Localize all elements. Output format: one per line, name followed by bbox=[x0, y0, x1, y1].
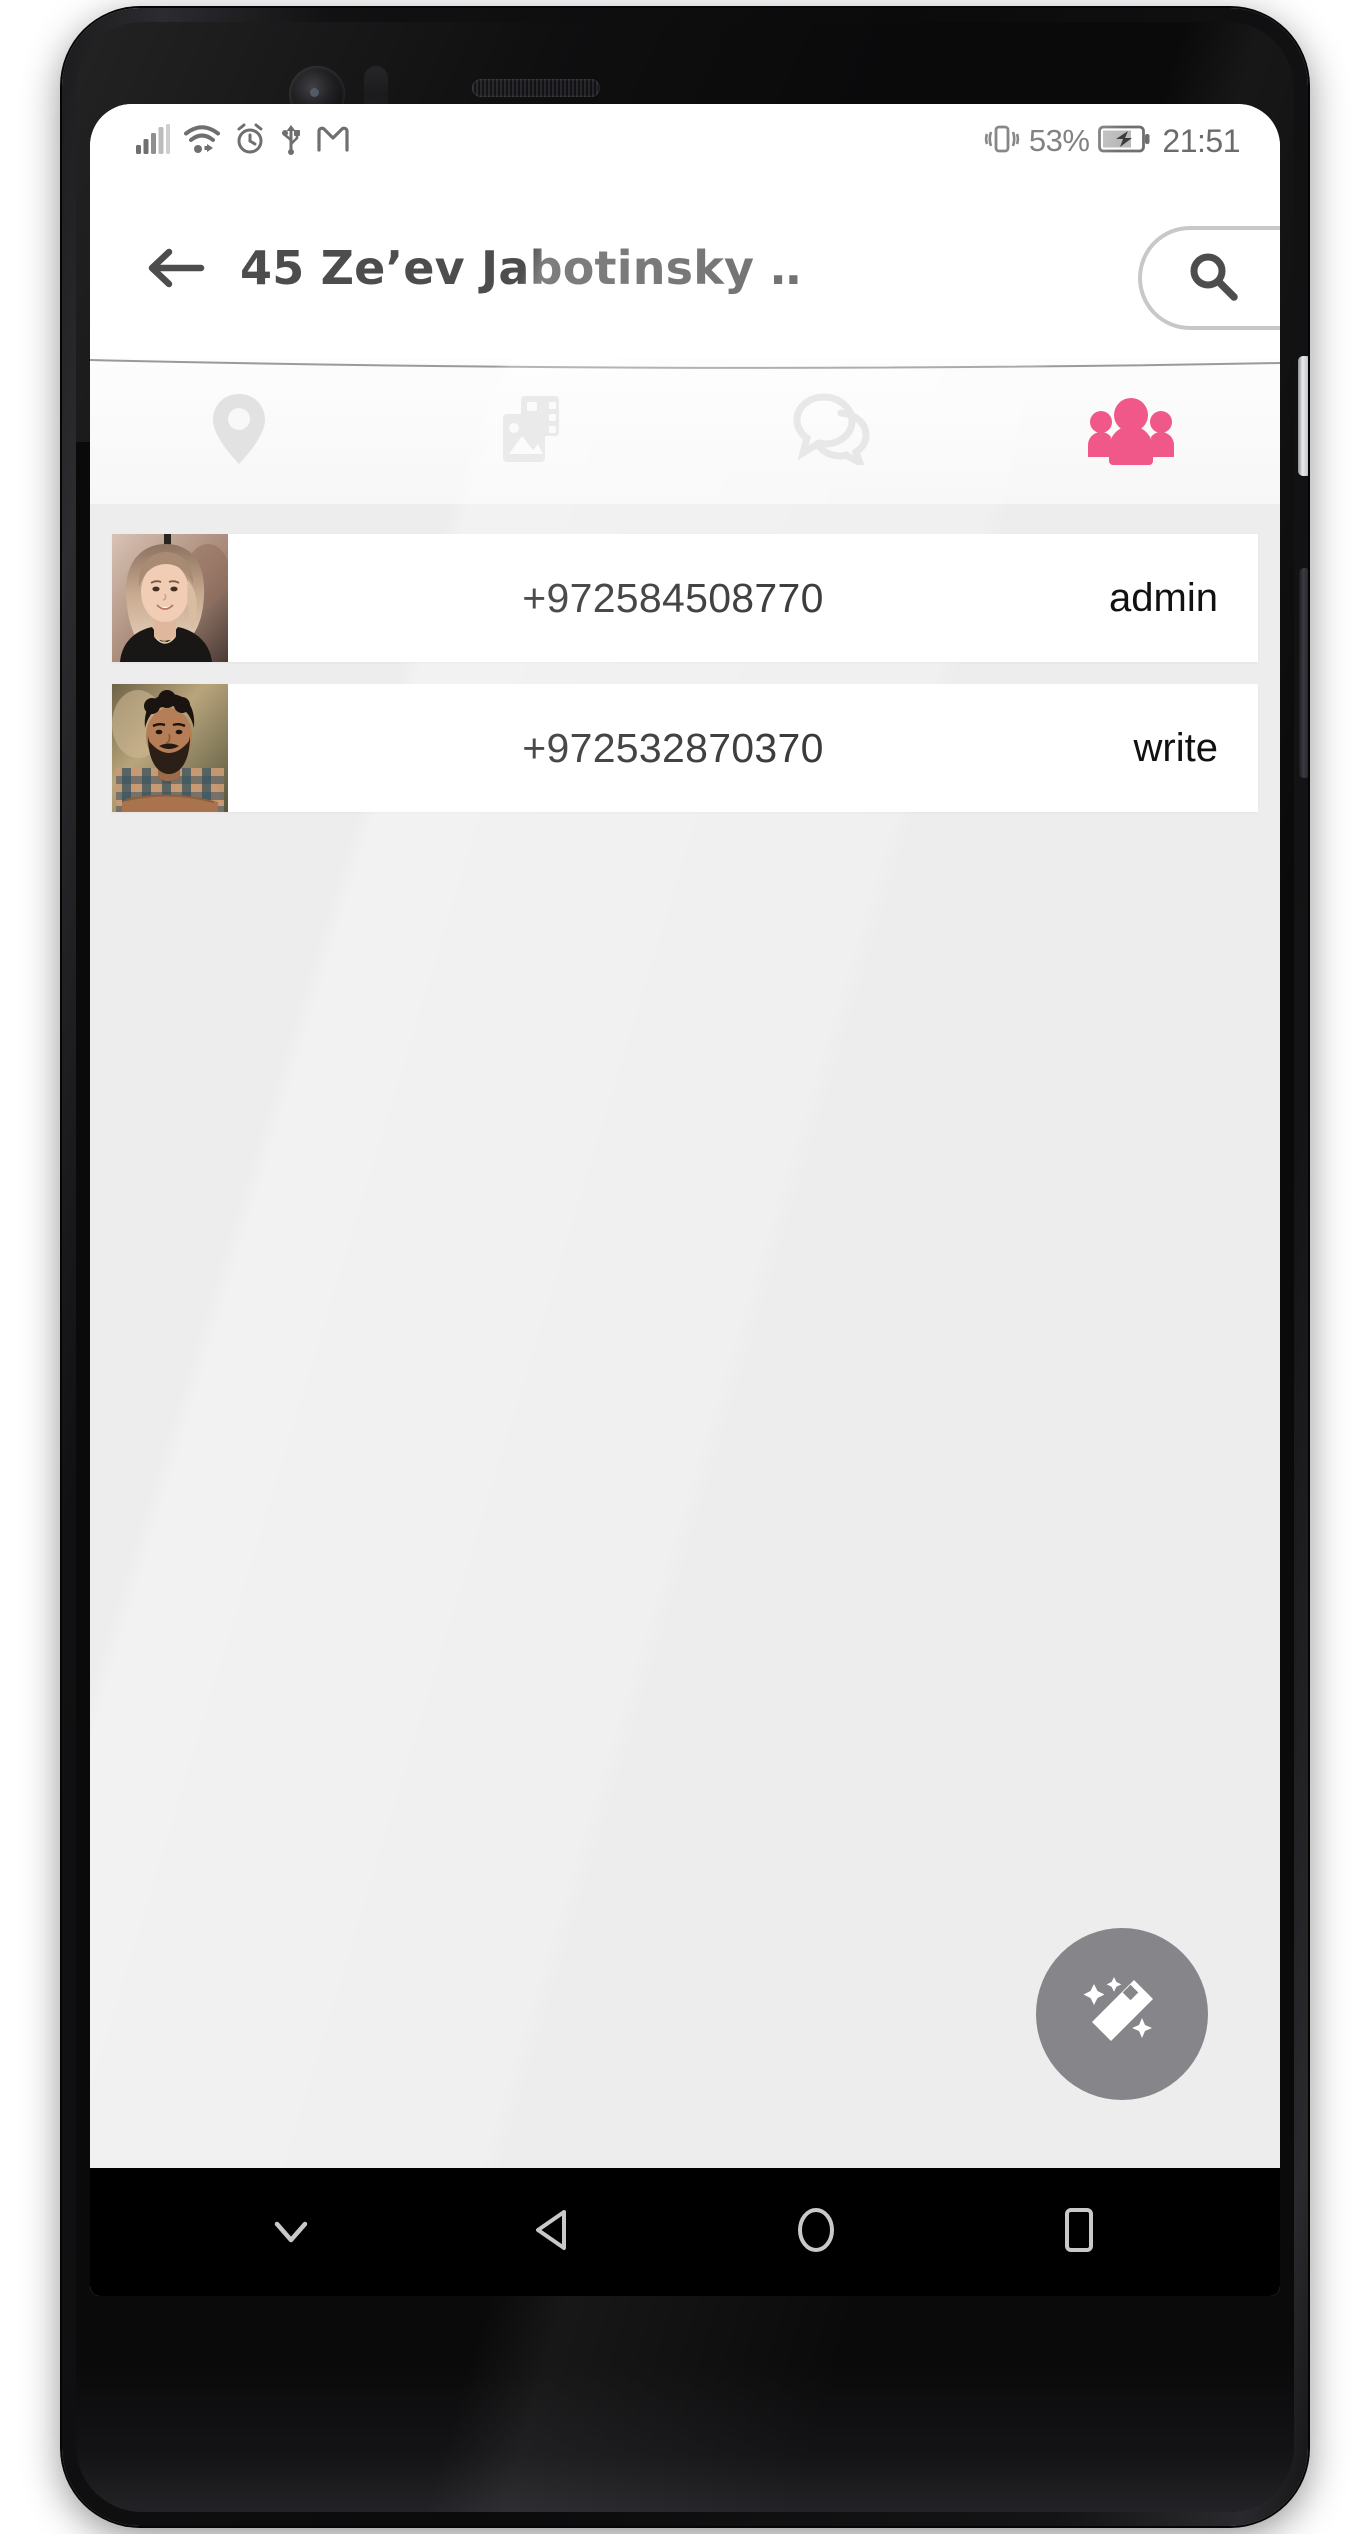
search-icon bbox=[1184, 247, 1242, 310]
status-bar-left bbox=[136, 123, 350, 160]
tab-location[interactable] bbox=[90, 358, 388, 504]
tab-bar bbox=[90, 358, 1280, 504]
woman-portrait-avatar bbox=[112, 534, 228, 662]
usb-icon bbox=[279, 123, 303, 160]
tab-media[interactable] bbox=[388, 358, 686, 504]
battery-percent-label: 53% bbox=[1028, 123, 1090, 158]
map-pin-icon bbox=[208, 390, 270, 473]
man-portrait-avatar bbox=[112, 684, 228, 812]
back-button[interactable] bbox=[142, 234, 210, 302]
volume-rocker-button[interactable] bbox=[1299, 568, 1308, 778]
tab-members[interactable] bbox=[983, 358, 1281, 504]
square-recents-icon bbox=[1051, 2202, 1107, 2263]
chat-bubbles-icon bbox=[793, 392, 875, 471]
hide-keyboard-button[interactable] bbox=[246, 2187, 336, 2277]
table-row[interactable]: +972584508770 admin bbox=[112, 534, 1258, 662]
wifi-icon bbox=[183, 124, 221, 159]
member-list: +972584508770 admin +972532870370 write bbox=[90, 504, 1280, 812]
table-row[interactable]: +972532870370 write bbox=[112, 684, 1258, 812]
gmail-icon bbox=[316, 125, 350, 158]
circle-home-icon bbox=[788, 2202, 844, 2263]
status-bar-right: 53% 21:51 bbox=[984, 123, 1240, 160]
member-phone: +972584508770 bbox=[522, 574, 824, 621]
home-nav-button[interactable] bbox=[771, 2187, 861, 2277]
triangle-back-icon bbox=[526, 2202, 582, 2263]
vibrate-icon bbox=[984, 123, 1020, 160]
magic-wand-icon bbox=[1081, 1971, 1163, 2058]
power-button[interactable] bbox=[1298, 356, 1308, 476]
status-clock: 21:51 bbox=[1162, 122, 1240, 159]
recents-nav-button[interactable] bbox=[1034, 2187, 1124, 2277]
page-title: 45 Ze’ev Jabotinsky … bbox=[240, 241, 800, 295]
tab-chat[interactable] bbox=[685, 358, 983, 504]
device-screen: 53% 21:51 45 Ze’ev Jabotinsky … +9725845… bbox=[90, 104, 1280, 2296]
earpiece-speaker bbox=[472, 79, 600, 97]
android-nav-bar bbox=[90, 2168, 1280, 2296]
battery-charging-icon bbox=[1098, 124, 1150, 159]
search-button[interactable] bbox=[1138, 226, 1280, 330]
phone-chin bbox=[76, 2362, 1294, 2512]
member-phone: +972532870370 bbox=[522, 724, 824, 771]
alarm-icon bbox=[234, 123, 266, 160]
member-role: admin bbox=[1109, 575, 1218, 620]
people-group-icon bbox=[1087, 393, 1175, 470]
status-bar: 53% 21:51 bbox=[90, 104, 1280, 178]
back-nav-button[interactable] bbox=[509, 2187, 599, 2277]
signal-bars-icon bbox=[136, 123, 170, 159]
app-bar: 45 Ze’ev Jabotinsky … bbox=[90, 178, 1280, 358]
photo-gallery-icon bbox=[497, 392, 575, 471]
magic-wand-fab-button[interactable] bbox=[1036, 1928, 1208, 2100]
member-role: write bbox=[1133, 725, 1218, 770]
